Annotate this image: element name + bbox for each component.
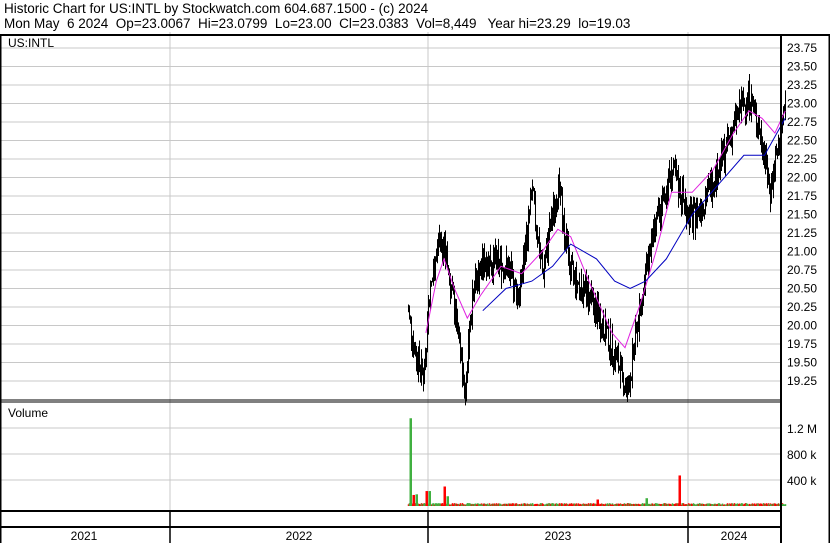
volume-spike [678, 475, 681, 506]
year-label-2021: 2021 [71, 529, 98, 543]
volume-spike [409, 418, 412, 506]
price-tick-label: 22.50 [787, 134, 817, 148]
quote-line: Mon May 6 2024 Op=23.0067 Hi=23.0799 Lo=… [4, 16, 631, 31]
price-tick-label: 20.75 [787, 263, 817, 277]
price-tick-label: 19.75 [787, 337, 817, 351]
volume-tick-label: 1.2 M [787, 422, 817, 436]
price-tick-label: 19.50 [787, 356, 817, 370]
price-tick-label: 21.00 [787, 245, 817, 259]
price-tick-label: 21.50 [787, 208, 817, 222]
volume-spike [443, 486, 446, 506]
price-tick-label: 23.00 [787, 97, 817, 111]
volume-spike [412, 494, 415, 506]
price-tick-label: 20.25 [787, 300, 817, 314]
price-tick-label: 21.25 [787, 226, 817, 240]
year-label-2023: 2023 [545, 529, 572, 543]
price-tick-label: 20.50 [787, 282, 817, 296]
price-tick-label: 23.25 [787, 78, 817, 92]
price-tick-label: 23.50 [787, 60, 817, 74]
volume-spike [428, 491, 431, 506]
volume-spike [425, 491, 428, 506]
symbol-label: US:INTL [8, 36, 54, 50]
price-chart: US:INTL Volume 23.75 23.50 23.25 23.00 22.75… [0, 32, 830, 543]
price-tick-label: 22.00 [787, 171, 817, 185]
volume-label: Volume [8, 406, 48, 420]
year-label-2022: 2022 [286, 529, 313, 543]
price-tick-label: 22.75 [787, 115, 817, 129]
price-tick-label: 22.25 [787, 152, 817, 166]
price-tick-label: 20.00 [787, 319, 817, 333]
volume-tick-label: 800 k [787, 448, 817, 462]
price-tick-label: 19.25 [787, 374, 817, 388]
volume-spike [645, 498, 648, 506]
volume-spike [446, 496, 449, 506]
chart-title: Historic Chart for US:INTL by Stockwatch… [4, 1, 429, 16]
chart-page: Historic Chart for US:INTL by Stockwatch… [0, 0, 830, 543]
price-tick-label: 23.75 [787, 41, 817, 55]
year-label-2024: 2024 [721, 529, 748, 543]
volume-spike [596, 499, 599, 506]
volume-tick-label: 400 k [787, 474, 817, 488]
volume-spike [415, 494, 418, 506]
price-tick-label: 21.75 [787, 189, 817, 203]
